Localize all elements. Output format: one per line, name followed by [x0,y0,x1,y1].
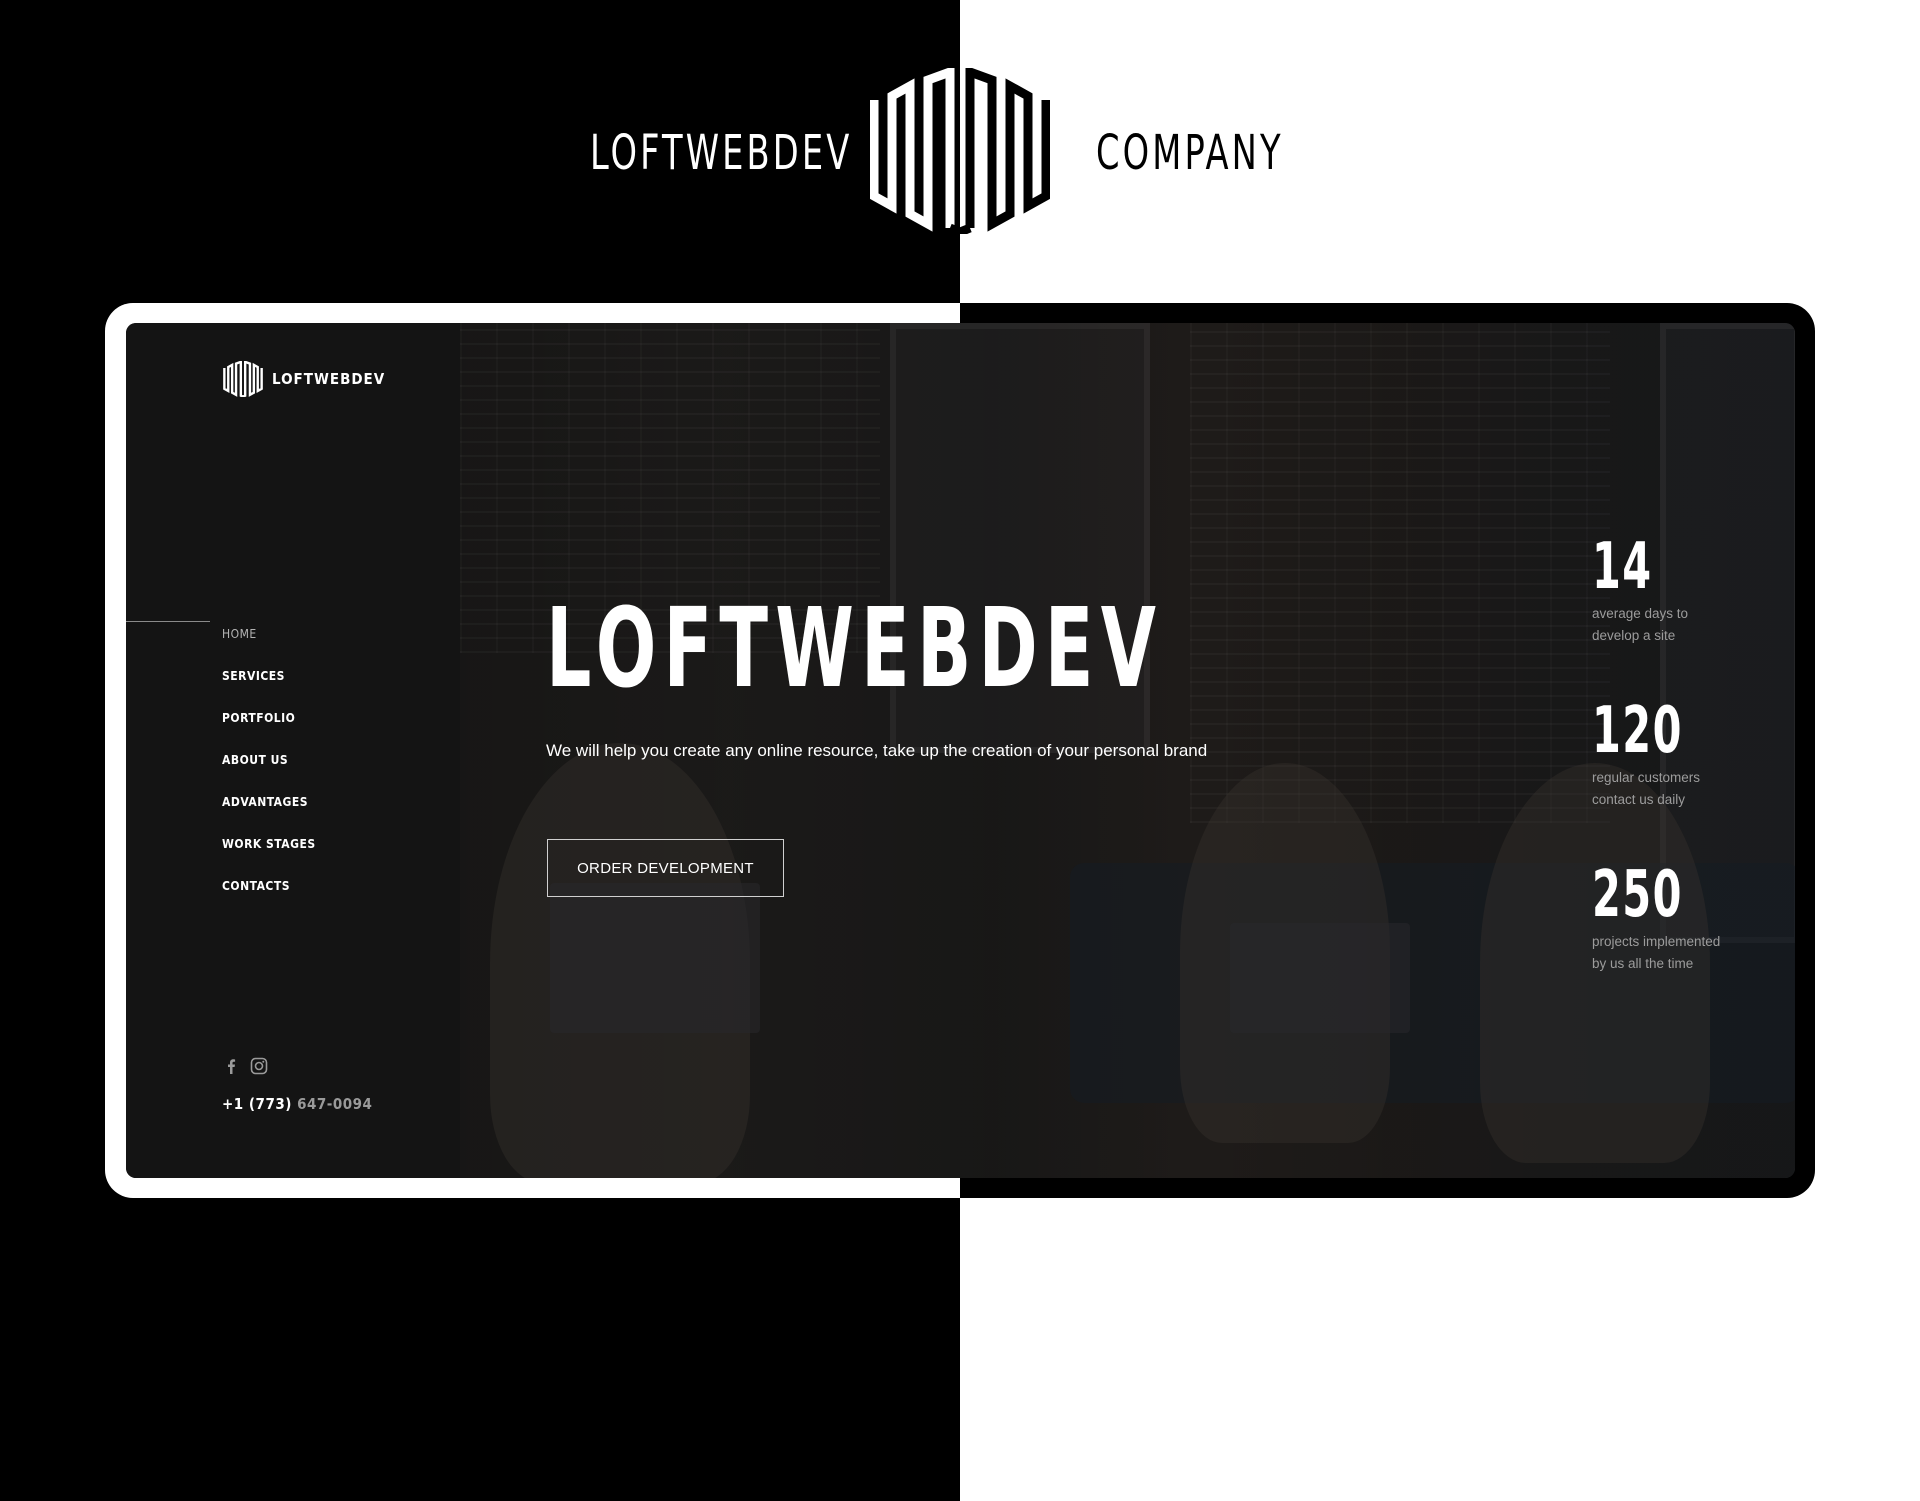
phone-prefix: +1 (773) [222,1095,292,1113]
nav-item-portfolio[interactable]: PORTFOLIO [222,697,316,739]
brand-title-right: COMPANY [1096,125,1284,181]
stat-label-line: by us all the time [1592,956,1694,971]
stat-value: 14 [1592,530,1653,604]
hero-title: LOFTWEBDEV [546,584,1164,712]
phone-digits: 647-0094 [297,1095,373,1113]
nav-item-about-us[interactable]: ABOUT US [222,739,316,781]
stat-label-line: regular customers [1592,770,1701,785]
nav-item-services[interactable]: SERVICES [222,655,316,697]
stat-customers: 120 regular customers contact us daily [1592,699,1718,811]
website-screen: LOFTWEBDEV HOME SERVICES PORTFOLIO ABOUT… [126,323,1795,1178]
stat-label: projects implemented by us all the time [1592,931,1720,975]
instagram-icon[interactable] [250,1057,268,1075]
hero-section: LOFTWEBDEV We will help you create any o… [460,323,1795,1178]
active-nav-indicator [126,621,210,622]
stat-label-line: contact us daily [1592,792,1686,807]
hero-subtitle: We will help you create any online resou… [546,741,1208,760]
nav-item-work-stages[interactable]: WORK STAGES [222,823,316,865]
main-nav: HOME SERVICES PORTFOLIO ABOUT US ADVANTA… [222,613,316,907]
nav-item-home[interactable]: HOME [222,613,316,655]
nav-item-advantages[interactable]: ADVANTAGES [222,781,316,823]
brand-title-left: LOFTWEBDEV [590,125,853,181]
brick-wall-right [1190,323,1610,823]
stat-label: regular customers contact us daily [1592,767,1718,811]
logo-icon [870,68,1050,234]
stat-value: 250 [1592,858,1683,932]
sidebar: LOFTWEBDEV HOME SERVICES PORTFOLIO ABOUT… [126,323,460,1178]
sidebar-logo-text: LOFTWEBDEV [272,370,386,388]
stat-label: average days to develop a site [1592,603,1688,647]
social-links [222,1057,268,1075]
phone-number[interactable]: +1 (773) 647-0094 [222,1095,372,1113]
stat-value: 120 [1592,694,1683,768]
laptop-left [550,883,760,1033]
stat-days: 14 average days to develop a site [1592,535,1688,647]
stat-label-line: average days to [1592,606,1689,621]
laptop-center [1230,923,1410,1033]
facebook-icon[interactable] [222,1057,240,1075]
stat-projects: 250 projects implemented by us all the t… [1592,863,1720,975]
sidebar-logo[interactable]: LOFTWEBDEV [222,361,385,397]
stat-label-line: develop a site [1592,628,1676,643]
stat-label-line: projects implemented [1592,934,1721,949]
logo-icon [223,361,263,397]
order-development-button[interactable]: ORDER DEVELOPMENT [547,839,784,897]
nav-item-contacts[interactable]: CONTACTS [222,865,316,907]
